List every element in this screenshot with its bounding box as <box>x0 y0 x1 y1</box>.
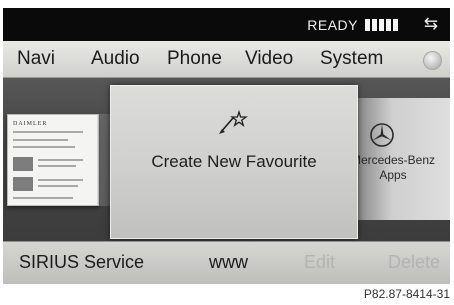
create-new-favourite-tile[interactable]: Create New Favourite <box>110 85 358 239</box>
www-button[interactable]: www <box>209 252 248 273</box>
create-new-favourite-label: Create New Favourite <box>151 152 317 171</box>
mercedes-star-icon <box>370 123 394 147</box>
menu-video[interactable]: Video <box>245 48 293 70</box>
reference-code: P82.87-8414-31 <box>363 287 450 301</box>
favourites-carousel: DAIMLER Mercedes-Benz Apps Create New Fa… <box>3 78 450 241</box>
signal-strength-icon <box>365 19 398 31</box>
status-bar: READY ⇆ <box>3 8 450 41</box>
menu-phone[interactable]: Phone <box>167 48 222 70</box>
ready-status: READY <box>307 17 358 33</box>
edit-button[interactable]: Edit <box>304 252 335 273</box>
head-unit-screen: READY ⇆ Navi Audio Phone Video System DA… <box>3 8 450 284</box>
favourite-star-pen-icon <box>219 110 248 134</box>
menu-navi[interactable]: Navi <box>17 48 55 70</box>
menu-audio[interactable]: Audio <box>91 48 140 70</box>
menu-system[interactable]: System <box>320 48 383 70</box>
sirius-service-button[interactable]: SIRIUS Service <box>19 252 144 273</box>
delete-button[interactable]: Delete <box>388 252 440 273</box>
tile-brand: DAIMLER <box>13 121 48 127</box>
main-menu-bar: Navi Audio Phone Video System <box>3 41 450 78</box>
bottom-menu-bar: SIRIUS Service www Edit Delete <box>3 241 450 284</box>
bidirectional-arrows-icon: ⇆ <box>423 14 438 34</box>
globe-icon[interactable] <box>423 51 442 70</box>
daimler-page-tile[interactable]: DAIMLER <box>7 114 99 206</box>
